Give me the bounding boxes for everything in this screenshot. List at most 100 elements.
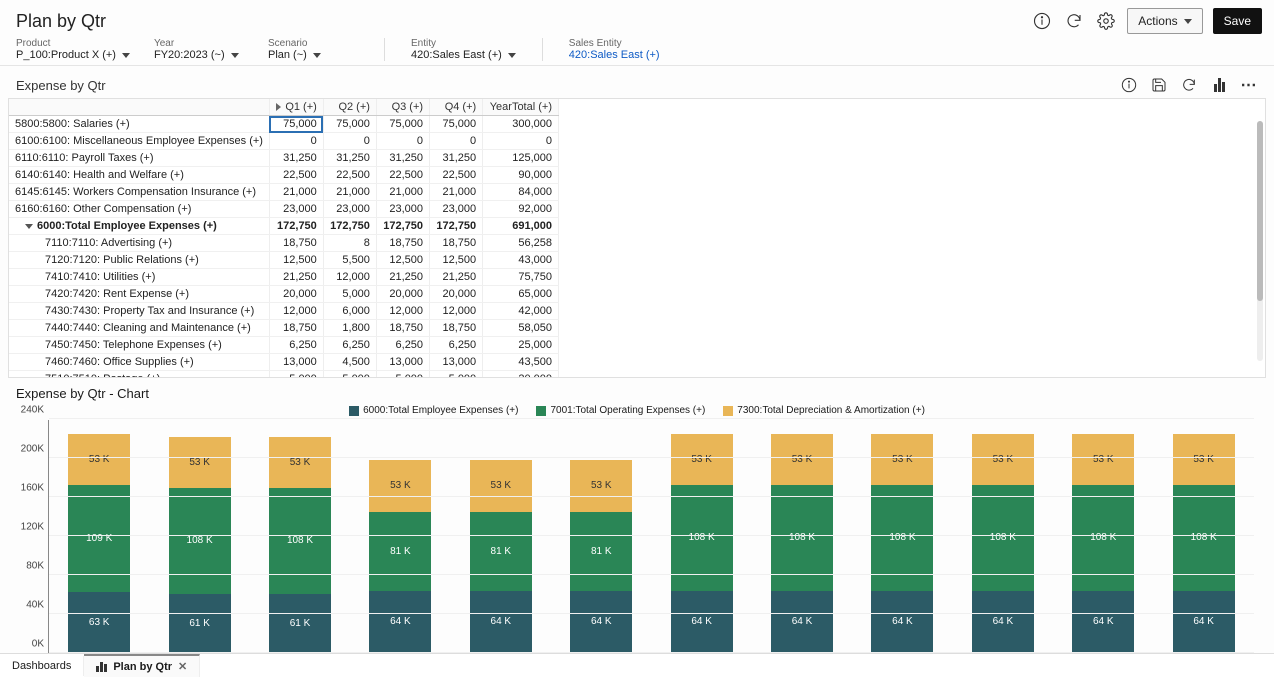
table-row[interactable]: 7450:7450: Telephone Expenses (+) 6,2506,… <box>9 337 559 354</box>
col-header[interactable]: Q1 (+) <box>269 99 323 116</box>
expense-grid[interactable]: Q1 (+)Q2 (+)Q3 (+)Q4 (+)YearTotal (+) 58… <box>9 99 559 378</box>
panel-save-icon[interactable] <box>1148 74 1170 96</box>
grid-cell[interactable]: 90,000 <box>483 167 559 184</box>
grid-cell[interactable]: 0 <box>483 133 559 150</box>
grid-cell[interactable]: 0 <box>323 133 376 150</box>
grid-cell[interactable]: 23,000 <box>269 201 323 218</box>
grid-cell[interactable]: 300,000 <box>483 116 559 133</box>
grid-cell[interactable]: 12,000 <box>269 303 323 320</box>
bar[interactable]: 64 K108 K53 K <box>671 434 733 653</box>
grid-cell[interactable]: 31,250 <box>430 150 483 167</box>
legend-item[interactable]: 6000:Total Employee Expenses (+) <box>349 405 518 416</box>
bar[interactable]: 64 K108 K53 K <box>1072 434 1134 653</box>
grid-cell[interactable]: 12,500 <box>430 252 483 269</box>
grid-cell[interactable]: 18,750 <box>430 320 483 337</box>
grid-cell[interactable]: 31,250 <box>269 150 323 167</box>
grid-cell[interactable]: 84,000 <box>483 184 559 201</box>
col-header[interactable]: Q2 (+) <box>323 99 376 116</box>
grid-cell[interactable]: 172,750 <box>430 218 483 235</box>
grid-cell[interactable]: 21,250 <box>269 269 323 286</box>
grid-cell[interactable]: 75,750 <box>483 269 559 286</box>
grid-cell[interactable]: 21,000 <box>269 184 323 201</box>
table-row[interactable]: 6000:Total Employee Expenses (+)172,7501… <box>9 218 559 235</box>
grid-cell[interactable]: 20,000 <box>269 286 323 303</box>
grid-cell[interactable]: 6,000 <box>323 303 376 320</box>
pov-item-entity[interactable]: Entity420:Sales East (+) <box>411 38 516 61</box>
grid-scrollbar-thumb[interactable] <box>1257 121 1263 301</box>
grid-cell[interactable]: 5,000 <box>323 371 376 379</box>
row-label[interactable]: 5800:5800: Salaries (+) <box>9 116 269 133</box>
info-icon[interactable] <box>1031 10 1053 32</box>
table-row[interactable]: 5800:5800: Salaries (+)75,00075,00075,00… <box>9 116 559 133</box>
grid-cell[interactable]: 172,750 <box>269 218 323 235</box>
grid-cell[interactable]: 20,000 <box>376 286 429 303</box>
grid-cell[interactable]: 8 <box>323 235 376 252</box>
panel-more-icon[interactable]: ⋯ <box>1238 74 1260 96</box>
table-row[interactable]: 6140:6140: Health and Welfare (+)22,5002… <box>9 167 559 184</box>
grid-cell[interactable]: 5,000 <box>430 371 483 379</box>
grid-cell[interactable]: 12,500 <box>269 252 323 269</box>
grid-cell[interactable]: 5,500 <box>323 252 376 269</box>
table-row[interactable]: 7120:7120: Public Relations (+)12,5005,5… <box>9 252 559 269</box>
grid-cell[interactable]: 43,500 <box>483 354 559 371</box>
table-row[interactable]: 6160:6160: Other Compensation (+)23,0002… <box>9 201 559 218</box>
grid-cell[interactable]: 22,500 <box>430 167 483 184</box>
table-row[interactable]: 7110:7110: Advertising (+)18,750818,7501… <box>9 235 559 252</box>
table-row[interactable]: 7420:7420: Rent Expense (+)20,0005,00020… <box>9 286 559 303</box>
column-expand-icon[interactable] <box>276 103 281 111</box>
bar[interactable]: 64 K81 K53 K <box>470 460 532 653</box>
panel-info-icon[interactable] <box>1118 74 1140 96</box>
table-row[interactable]: 6100:6100: Miscellaneous Employee Expens… <box>9 133 559 150</box>
pov-item-scenario[interactable]: ScenarioPlan (~) <box>268 38 358 61</box>
grid-cell[interactable]: 43,000 <box>483 252 559 269</box>
grid-cell[interactable]: 23,000 <box>430 201 483 218</box>
bar[interactable]: 64 K108 K53 K <box>871 434 933 653</box>
grid-cell[interactable]: 12,000 <box>323 269 376 286</box>
grid-cell[interactable]: 172,750 <box>323 218 376 235</box>
panel-chart-icon[interactable] <box>1208 74 1230 96</box>
table-row[interactable]: 7430:7430: Property Tax and Insurance (+… <box>9 303 559 320</box>
table-row[interactable]: 6110:6110: Payroll Taxes (+)31,25031,250… <box>9 150 559 167</box>
grid-cell[interactable]: 5,000 <box>269 371 323 379</box>
grid-cell[interactable]: 0 <box>376 133 429 150</box>
tab-dashboards[interactable]: Dashboards <box>0 656 84 676</box>
table-row[interactable]: 7460:7460: Office Supplies (+)13,0004,50… <box>9 354 559 371</box>
row-label[interactable]: 6100:6100: Miscellaneous Employee Expens… <box>9 133 269 150</box>
pov-value[interactable]: 420:Sales East (+) <box>411 49 516 61</box>
pov-value[interactable]: P_100:Product X (+) <box>16 49 130 61</box>
row-label[interactable]: 7450:7450: Telephone Expenses (+) <box>9 337 269 354</box>
grid-cell[interactable]: 5,000 <box>323 286 376 303</box>
bar[interactable]: 64 K81 K53 K <box>570 460 632 653</box>
bar[interactable]: 64 K108 K53 K <box>771 434 833 653</box>
table-row[interactable]: 6145:6145: Workers Compensation Insuranc… <box>9 184 559 201</box>
grid-cell[interactable]: 5,000 <box>376 371 429 379</box>
grid-cell[interactable]: 12,000 <box>376 303 429 320</box>
row-label[interactable]: 7510:7510: Postage (+) <box>9 371 269 379</box>
grid-cell[interactable]: 12,000 <box>430 303 483 320</box>
pov-value[interactable]: Plan (~) <box>268 49 358 61</box>
grid-cell[interactable]: 6,250 <box>376 337 429 354</box>
table-row[interactable]: 7410:7410: Utilities (+)21,25012,00021,2… <box>9 269 559 286</box>
grid-cell[interactable]: 18,750 <box>376 235 429 252</box>
grid-cell[interactable]: 13,000 <box>376 354 429 371</box>
grid-cell[interactable]: 31,250 <box>376 150 429 167</box>
grid-cell[interactable]: 22,500 <box>323 167 376 184</box>
grid-cell[interactable]: 23,000 <box>323 201 376 218</box>
gear-icon[interactable] <box>1095 10 1117 32</box>
pov-item-year[interactable]: YearFY20:2023 (~) <box>154 38 244 61</box>
grid-cell[interactable]: 21,250 <box>430 269 483 286</box>
row-label[interactable]: 7410:7410: Utilities (+) <box>9 269 269 286</box>
col-header[interactable]: Q3 (+) <box>376 99 429 116</box>
grid-cell[interactable]: 6,250 <box>323 337 376 354</box>
grid-cell[interactable]: 23,000 <box>376 201 429 218</box>
grid-scrollbar[interactable] <box>1257 121 1263 361</box>
grid-cell[interactable]: 13,000 <box>269 354 323 371</box>
bar[interactable]: 61 K108 K53 K <box>269 437 331 653</box>
row-label[interactable]: 6160:6160: Other Compensation (+) <box>9 201 269 218</box>
grid-cell[interactable]: 21,250 <box>376 269 429 286</box>
pov-value[interactable]: FY20:2023 (~) <box>154 49 244 61</box>
grid-cell[interactable]: 0 <box>269 133 323 150</box>
actions-button[interactable]: Actions <box>1127 8 1202 34</box>
panel-refresh-icon[interactable] <box>1178 74 1200 96</box>
tab-current[interactable]: Plan by Qtr ✕ <box>84 654 200 677</box>
